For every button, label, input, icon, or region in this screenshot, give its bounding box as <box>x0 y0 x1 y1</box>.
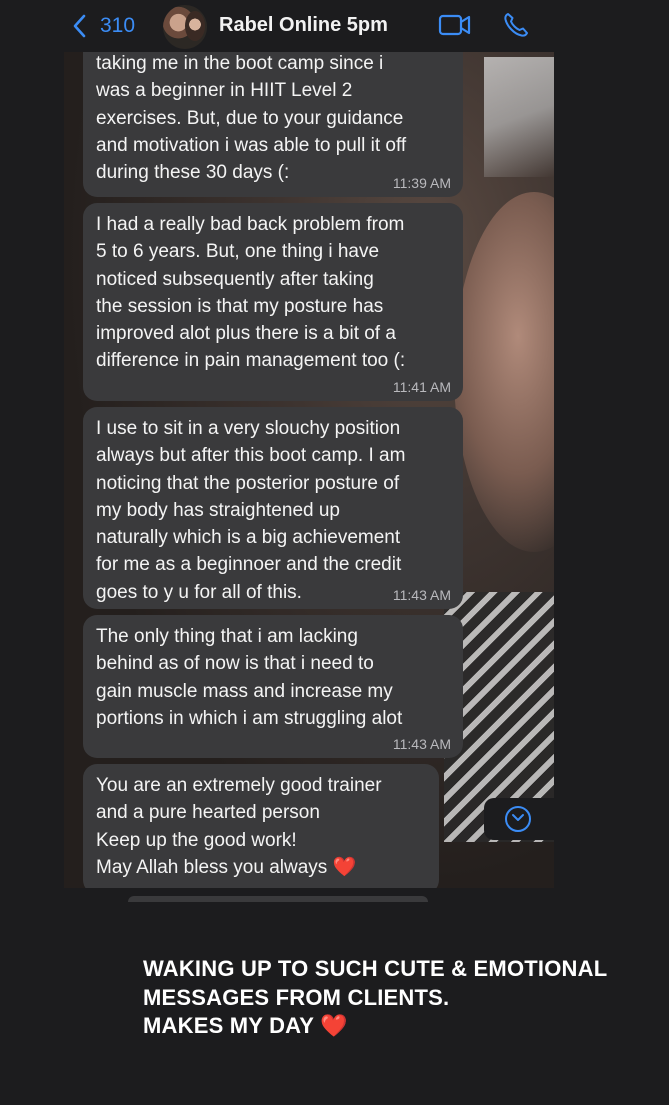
heart-emoji: ❤️ <box>320 1013 348 1038</box>
message-text: taking me in the boot camp since i was a… <box>96 53 407 184</box>
video-call-icon[interactable] <box>438 13 472 37</box>
message-text: The only thing that i am lacking behind … <box>96 626 403 729</box>
contact-name[interactable]: Rabel Online 5pm <box>219 14 388 37</box>
message-time: 11:43 AM <box>392 587 451 603</box>
message-bubble[interactable]: You are an extremely good trainer and a … <box>83 764 439 888</box>
message-bubble[interactable]: I use to sit in a very slouchy position … <box>83 407 463 609</box>
message-bubble[interactable]: taking me in the boot camp since i was a… <box>83 52 463 197</box>
caption-line: MESSAGES FROM CLIENTS. <box>143 984 450 1010</box>
chevron-down-icon <box>512 814 524 821</box>
chat-header: 310 Rabel Online 5pm <box>0 0 669 52</box>
caption-line: MAKES MY DAY ❤️ <box>143 1012 643 1041</box>
message-bubble[interactable]: I had a really bad back problem from 5 t… <box>83 203 463 401</box>
caption-line: WAKING UP TO SUCH CUTE & EMOTIONAL <box>143 956 608 981</box>
wallpaper-light <box>484 57 554 177</box>
message-bubble[interactable]: The only thing that i am lacking behind … <box>83 615 463 758</box>
avatar[interactable] <box>163 5 207 49</box>
message-text: I use to sit in a very slouchy position … <box>96 418 406 603</box>
unread-count: 310 <box>100 14 136 37</box>
next-message-edge <box>128 896 428 902</box>
chevron-left-icon <box>73 14 86 38</box>
chat-thread[interactable]: taking me in the boot camp since i was a… <box>64 52 554 888</box>
caption-text: MAKES MY DAY <box>143 1013 314 1038</box>
message-text: I had a really bad back problem from 5 t… <box>96 214 406 372</box>
message-time: 11:39 AM <box>392 175 451 191</box>
message-time: 11:41 AM <box>392 379 451 395</box>
phone-icon[interactable] <box>502 11 530 39</box>
story-caption: WAKING UP TO SUCH CUTE & EMOTIONAL MESSA… <box>143 955 643 1041</box>
wallpaper-photo <box>454 192 554 552</box>
message-time: 11:43 AM <box>392 736 451 752</box>
message-text: You are an extremely good trainer and a … <box>96 772 427 881</box>
back-button[interactable]: 310 <box>72 12 135 40</box>
scroll-to-bottom-button[interactable] <box>484 798 554 840</box>
heart-emoji: ❤️ <box>332 856 357 878</box>
